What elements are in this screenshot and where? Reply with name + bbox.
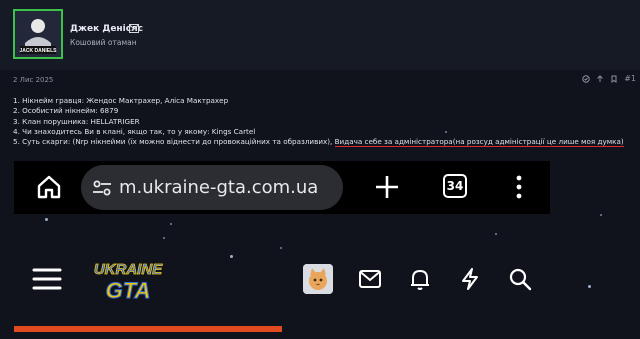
search-icon[interactable] (508, 267, 532, 291)
bolt-icon[interactable] (458, 267, 482, 291)
post-header: JACK DANIELS Джек Деніслс Кошовий отаман (0, 0, 640, 70)
post-line-2: 2. Особистий нікнейм: 6879 (13, 106, 119, 116)
cat-avatar-image (303, 264, 333, 294)
bookmark-icon[interactable] (610, 75, 618, 83)
mail-icon[interactable] (358, 267, 382, 291)
post-line-5: 5. Суть скарги: (Nrp нікнейми (їх можно … (13, 137, 633, 148)
avatar-image: JACK DANIELS (15, 11, 61, 57)
share-icon[interactable] (596, 74, 604, 83)
post-actions: #1 (582, 74, 636, 83)
post-line-3: 3. Клан порушника: HELLATRIGER (13, 116, 140, 126)
tab-count: 34 (446, 179, 464, 193)
browser-toolbar: m.ukraine-gta.com.ua 34 (14, 161, 550, 214)
bell-icon[interactable] (408, 267, 432, 291)
user-avatar[interactable] (303, 264, 333, 294)
address-bar[interactable]: m.ukraine-gta.com.ua (81, 165, 343, 210)
post-number-link[interactable]: #1 (624, 74, 636, 83)
url-text[interactable]: m.ukraine-gta.com.ua (119, 177, 318, 198)
post-line-1: 1. Нікнейм гравця: Жендос Мактрахер, Алі… (13, 96, 229, 105)
avatar-caption: JACK DANIELS (20, 48, 58, 54)
post-date[interactable]: 2 Лис 2025 (13, 76, 53, 84)
author-avatar[interactable]: JACK DANIELS (13, 9, 63, 59)
mail-verified-icon (129, 24, 139, 33)
watch-icon[interactable] (582, 74, 590, 83)
logo-bottom-text: GTA (106, 278, 151, 303)
post-line-5-underlined: Видача себе за адміністратора(на розсуд … (334, 137, 624, 148)
logo-top-text: UKRAINE (94, 261, 163, 278)
tab-switcher-button[interactable]: 34 (443, 174, 467, 198)
post-body: 1. Нікнейм гравця: Жендос Мактрахер, Алі… (13, 96, 633, 148)
page-load-progress-fill (14, 326, 282, 332)
post-line-4: 4. Чи знаходитесь Ви в клані, якщо так, … (13, 126, 256, 136)
author-title: Кошовий отаман (70, 38, 137, 47)
plus-icon[interactable] (374, 174, 400, 200)
site-navigation: UKRAINE GTA (14, 244, 550, 324)
site-logo[interactable]: UKRAINE GTA (86, 256, 170, 306)
post-line-5-prefix: 5. Суть скарги: (Nrp нікнейми (їх можно … (13, 137, 335, 147)
menu-icon[interactable] (32, 264, 62, 294)
tune-icon[interactable] (91, 177, 113, 199)
page-load-progress (14, 326, 550, 332)
more-vert-icon[interactable] (512, 174, 526, 200)
home-icon[interactable] (36, 174, 62, 200)
